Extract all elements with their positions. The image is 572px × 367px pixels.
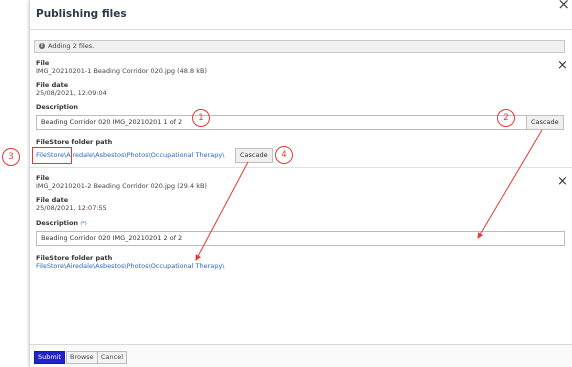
arrow-cascade-description — [477, 129, 543, 239]
arrow-cascade-path — [195, 161, 249, 261]
annotation-arrows — [195, 129, 543, 261]
